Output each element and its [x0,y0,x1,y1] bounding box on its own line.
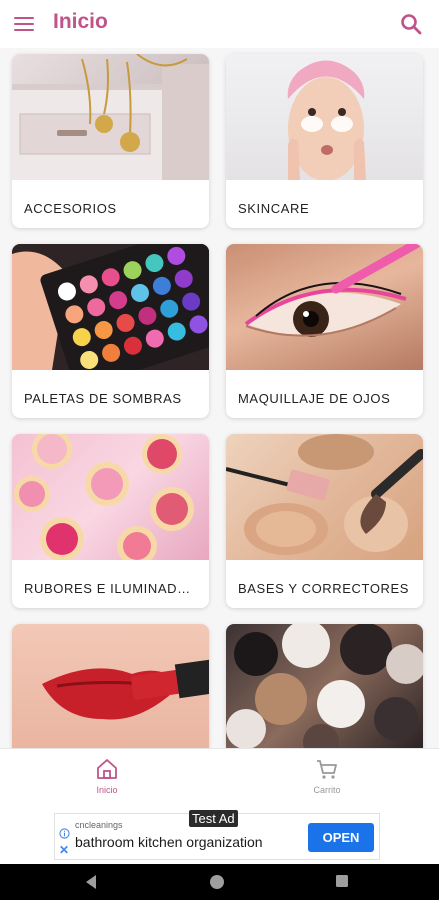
category-label: RUBORES E ILUMINADORES [24,581,199,596]
category-card-labiales[interactable] [12,624,209,748]
app-screen: Inicio ACCESORIOS SKINCARE PALETAS DE SO… [0,0,439,900]
nav-cart-label: Carrito [313,785,341,795]
makeup-brushes-image [226,624,423,748]
lipstick-image [12,624,209,748]
app-header: Inicio [0,0,439,48]
ad-advertiser: cncleanings [75,820,123,830]
category-label: ACCESORIOS [24,201,117,216]
cart-icon [317,760,337,779]
back-icon[interactable] [84,874,98,890]
info-icon[interactable] [59,828,70,839]
bottom-navigation: Inicio Carrito [0,748,439,806]
category-card-accesorios[interactable]: ACCESORIOS [12,54,209,228]
category-card-skincare[interactable]: SKINCARE [226,54,423,228]
test-ad-badge: Test Ad [189,810,238,827]
nav-home-label: Inicio [96,785,118,795]
category-grid: ACCESORIOS SKINCARE PALETAS DE SOMBRAS M… [0,48,439,748]
recent-apps-icon[interactable] [335,874,349,888]
foundation-image [226,434,423,560]
nav-home[interactable]: Inicio [67,757,147,803]
home-circle-icon[interactable] [209,874,225,890]
close-ad-icon[interactable]: ✕ [59,844,69,856]
blush-compacts-image [12,434,209,560]
menu-icon[interactable] [12,13,36,35]
category-label: SKINCARE [238,201,310,216]
category-card-rubores[interactable]: RUBORES E ILUMINADORES [12,434,209,608]
eyeshadow-palette-image [12,244,209,370]
category-label: MAQUILLAJE DE OJOS [238,391,391,406]
category-card-bases[interactable]: BASES Y CORRECTORES [226,434,423,608]
ad-open-button[interactable]: OPEN [308,823,374,852]
category-card-maquillaje-ojos[interactable]: MAQUILLAJE DE OJOS [226,244,423,418]
category-label: PALETAS DE SOMBRAS [24,391,182,406]
ad-headline: bathroom kitchen organization [75,834,263,850]
category-card-paletas[interactable]: PALETAS DE SOMBRAS [12,244,209,418]
page-title: Inicio [53,10,108,33]
face-patches-image [226,54,423,180]
category-label: BASES Y CORRECTORES [238,581,410,596]
eyeliner-image [226,244,423,370]
category-card-brochas[interactable] [226,624,423,748]
search-icon[interactable] [399,12,423,36]
system-navigation-bar [0,864,439,900]
nav-cart[interactable]: Carrito [287,757,367,803]
jewelry-box-image [12,54,209,180]
home-icon [97,759,117,779]
